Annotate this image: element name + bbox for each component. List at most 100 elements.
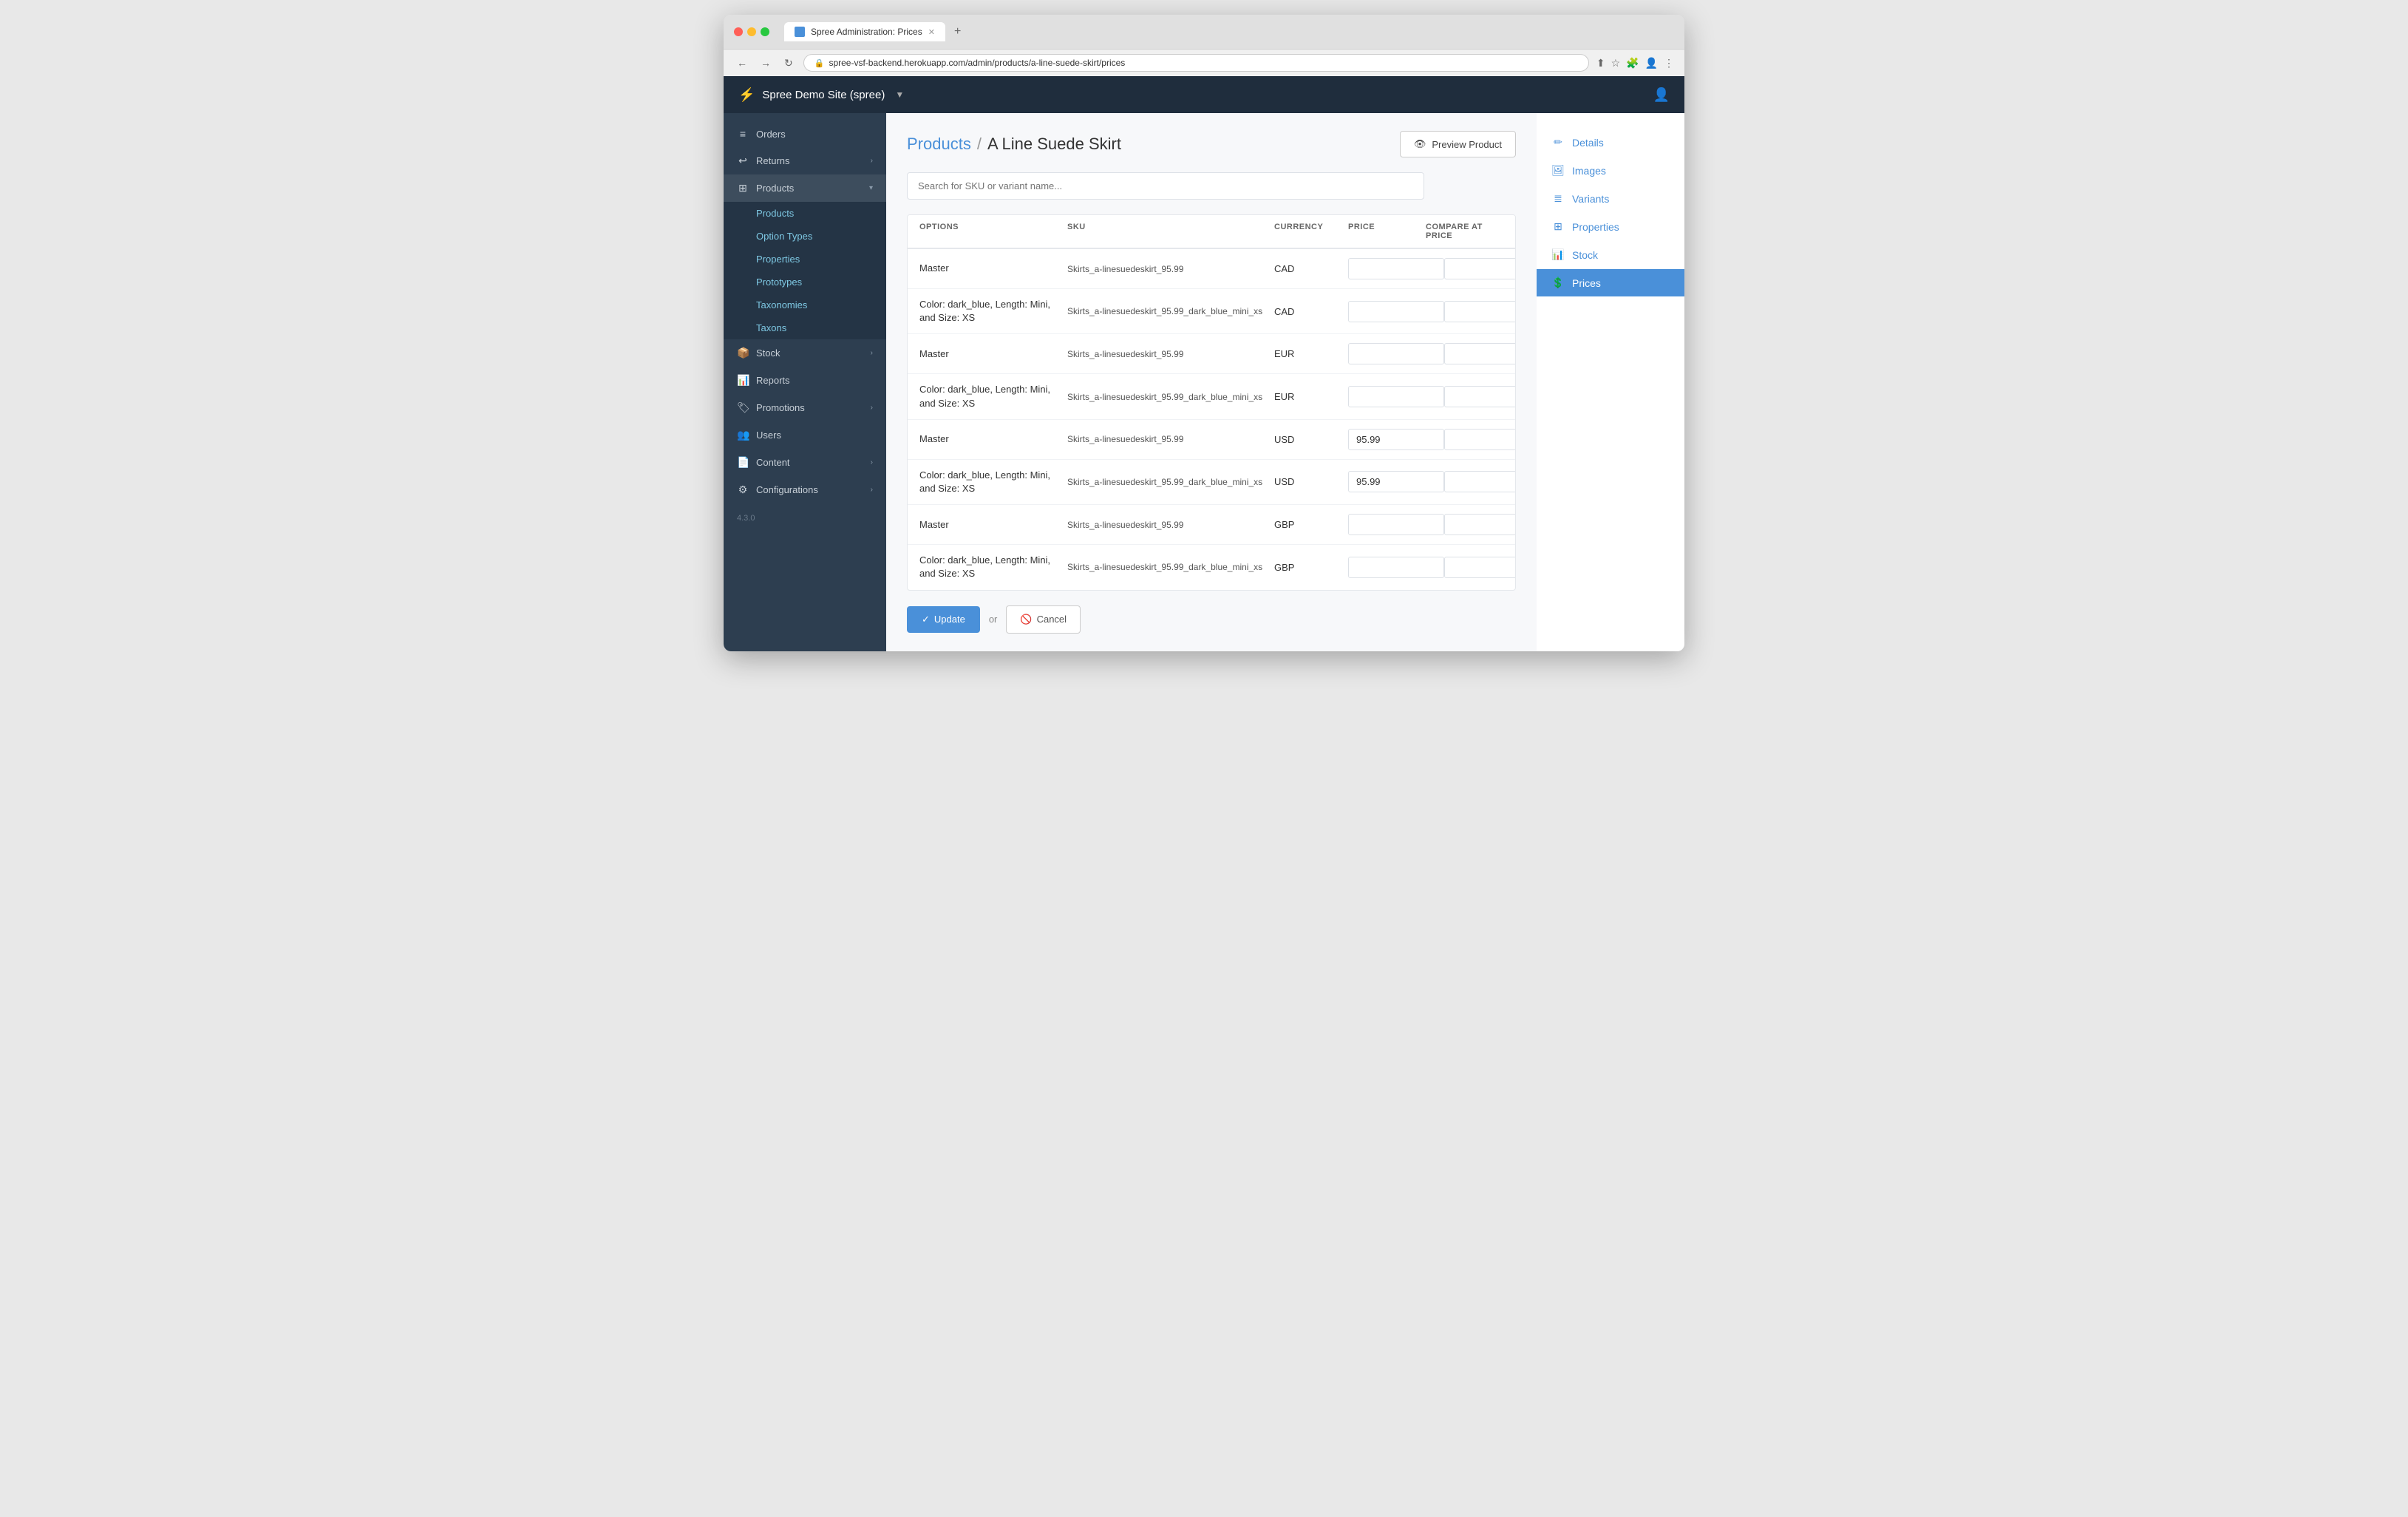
share-button[interactable]: ⬆ xyxy=(1596,57,1605,69)
cell-currency-6: GBP xyxy=(1274,519,1348,530)
update-button[interactable]: ✓ Update xyxy=(907,606,980,633)
cell-price-3 xyxy=(1348,386,1444,407)
cell-options-4: Master xyxy=(919,432,1067,446)
user-icon: 👤 xyxy=(1653,87,1670,102)
compare-at-input-2[interactable] xyxy=(1444,343,1516,364)
price-input-0[interactable] xyxy=(1348,258,1444,279)
breadcrumb-products-link[interactable]: Products xyxy=(907,135,971,154)
cell-options-5: Color: dark_blue, Length: Mini, and Size… xyxy=(919,469,1067,495)
reports-icon: 📊 xyxy=(737,374,749,387)
compare-at-input-0[interactable] xyxy=(1444,258,1516,279)
new-tab-button[interactable]: + xyxy=(950,24,965,40)
properties-icon: ⊞ xyxy=(1551,220,1565,233)
sidebar-label-products: Products xyxy=(756,183,862,194)
cancel-icon: 🚫 xyxy=(1020,614,1032,625)
sidebar-item-products[interactable]: ⊞ Products ▾ xyxy=(724,174,886,202)
right-sidebar-item-prices[interactable]: 💲 Prices xyxy=(1537,269,1684,296)
table-header: OPTIONS SKU CURRENCY PRICE COMPARE AT PR… xyxy=(908,215,1515,249)
traffic-lights xyxy=(734,27,769,36)
sidebar-item-users[interactable]: 👥 Users xyxy=(724,421,886,449)
sidebar-item-content[interactable]: 📄 Content › xyxy=(724,449,886,476)
extensions-button[interactable]: 🧩 xyxy=(1626,57,1639,69)
cell-sku-0: Skirts_a-linesuedeskirt_95.99 xyxy=(1067,264,1274,274)
fullscreen-button[interactable] xyxy=(761,27,769,36)
profile-button[interactable]: 👤 xyxy=(1645,57,1658,69)
price-input-1[interactable] xyxy=(1348,301,1444,322)
sidebar-subitem-taxonomies[interactable]: Taxonomies xyxy=(724,293,886,316)
cell-price-4 xyxy=(1348,429,1444,450)
cell-currency-3: EUR xyxy=(1274,391,1348,402)
sidebar-subitem-products[interactable]: Products xyxy=(724,202,886,225)
cell-sku-1: Skirts_a-linesuedeskirt_95.99_dark_blue_… xyxy=(1067,306,1274,316)
right-sidebar-label-images: Images xyxy=(1572,165,1606,177)
user-profile-button[interactable]: 👤 xyxy=(1653,87,1670,103)
reload-button[interactable]: ↻ xyxy=(781,55,796,71)
price-input-4[interactable] xyxy=(1348,429,1444,450)
right-sidebar-label-details: Details xyxy=(1572,137,1604,149)
right-sidebar-item-details[interactable]: ✏ Details xyxy=(1537,129,1684,156)
compare-at-input-3[interactable] xyxy=(1444,386,1516,407)
cell-sku-5: Skirts_a-linesuedeskirt_95.99_dark_blue_… xyxy=(1067,477,1274,487)
cell-options-0: Master xyxy=(919,262,1067,275)
right-sidebar-item-properties[interactable]: ⊞ Properties xyxy=(1537,213,1684,240)
compare-at-input-4[interactable] xyxy=(1444,429,1516,450)
sidebar-item-returns[interactable]: ↩ Returns › xyxy=(724,147,886,174)
column-currency: CURRENCY xyxy=(1274,223,1348,240)
cell-compare-7 xyxy=(1444,557,1516,578)
right-sidebar-item-stock[interactable]: 📊 Stock xyxy=(1537,241,1684,268)
search-input[interactable] xyxy=(907,172,1424,200)
price-input-6[interactable] xyxy=(1348,514,1444,535)
sidebar-subitem-properties[interactable]: Properties xyxy=(724,248,886,271)
content-icon: 📄 xyxy=(737,456,749,469)
cell-price-1 xyxy=(1348,301,1444,322)
bookmark-button[interactable]: ☆ xyxy=(1611,57,1621,69)
brand-area[interactable]: ⚡ Spree Demo Site (spree) ▼ xyxy=(738,87,904,103)
close-button[interactable] xyxy=(734,27,743,36)
table-row: Master Skirts_a-linesuedeskirt_95.99 GBP xyxy=(908,505,1515,545)
price-input-7[interactable] xyxy=(1348,557,1444,578)
top-navigation: ⚡ Spree Demo Site (spree) ▼ 👤 xyxy=(724,76,1684,113)
url-bar[interactable]: 🔒 spree-vsf-backend.herokuapp.com/admin/… xyxy=(803,54,1589,72)
compare-at-input-6[interactable] xyxy=(1444,514,1516,535)
minimize-button[interactable] xyxy=(747,27,756,36)
update-label: Update xyxy=(934,614,965,625)
column-compare-at-price: COMPARE AT PRICE xyxy=(1426,223,1503,240)
price-input-5[interactable] xyxy=(1348,471,1444,492)
browser-titlebar: Spree Administration: Prices ✕ + xyxy=(724,15,1684,49)
sidebar-label-users: Users xyxy=(756,430,873,441)
browser-tab[interactable]: Spree Administration: Prices ✕ xyxy=(784,22,945,41)
sidebar-subitem-prototypes[interactable]: Prototypes xyxy=(724,271,886,293)
sidebar-item-reports[interactable]: 📊 Reports xyxy=(724,367,886,394)
tab-close-button[interactable]: ✕ xyxy=(928,27,935,37)
sidebar-item-stock[interactable]: 📦 Stock › xyxy=(724,339,886,367)
browser-actions: ⬆ ☆ 🧩 👤 ⋮ xyxy=(1596,57,1674,69)
price-input-3[interactable] xyxy=(1348,386,1444,407)
sidebar-subitem-option-types[interactable]: Option Types xyxy=(724,225,886,248)
back-button[interactable]: ← xyxy=(734,55,750,70)
menu-button[interactable]: ⋮ xyxy=(1664,57,1674,69)
right-sidebar-item-images[interactable]: 🖼 Images xyxy=(1537,157,1684,184)
cancel-label: Cancel xyxy=(1037,614,1067,625)
cell-compare-4 xyxy=(1444,429,1516,450)
sidebar-subitem-taxons[interactable]: Taxons xyxy=(724,316,886,339)
promotions-chevron-icon: › xyxy=(871,404,873,412)
compare-at-input-7[interactable] xyxy=(1444,557,1516,578)
breadcrumb-current-page: A Line Suede Skirt xyxy=(987,135,1121,154)
cell-sku-2: Skirts_a-linesuedeskirt_95.99 xyxy=(1067,349,1274,359)
sidebar-item-orders[interactable]: ≡ Orders xyxy=(724,121,886,147)
sidebar-item-configurations[interactable]: ⚙ Configurations › xyxy=(724,476,886,503)
actions-row: ✓ Update or 🚫 Cancel xyxy=(907,605,1516,634)
sidebar-label-reports: Reports xyxy=(756,375,873,386)
forward-button[interactable]: → xyxy=(758,55,774,70)
sidebar-item-promotions[interactable]: 🏷 Promotions › xyxy=(724,394,886,421)
cell-compare-6 xyxy=(1444,514,1516,535)
preview-product-button[interactable]: 👁 Preview Product xyxy=(1400,131,1516,157)
compare-at-input-5[interactable] xyxy=(1444,471,1516,492)
cancel-button[interactable]: 🚫 Cancel xyxy=(1006,605,1081,634)
cell-currency-2: EUR xyxy=(1274,348,1348,359)
right-sidebar-item-variants[interactable]: ≣ Variants xyxy=(1537,185,1684,212)
cell-compare-3 xyxy=(1444,386,1516,407)
price-input-2[interactable] xyxy=(1348,343,1444,364)
compare-at-input-1[interactable] xyxy=(1444,301,1516,322)
prices-table: OPTIONS SKU CURRENCY PRICE COMPARE AT PR… xyxy=(907,214,1516,591)
